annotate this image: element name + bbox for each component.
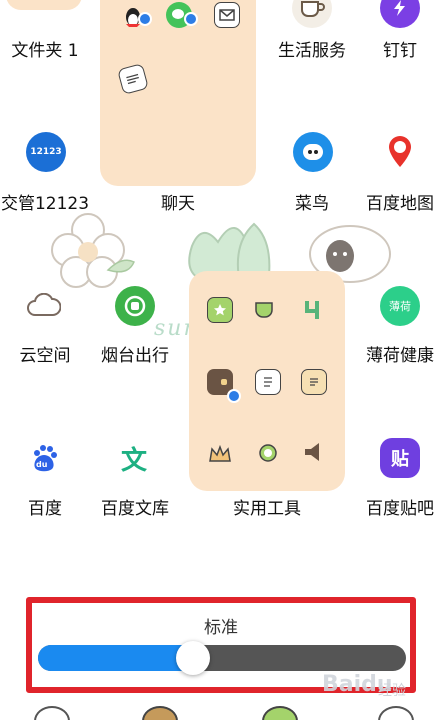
dock-app-icon[interactable] <box>142 706 178 720</box>
jiaoguan-icon[interactable]: 12123 <box>26 132 66 172</box>
dingding-icon[interactable] <box>380 0 420 28</box>
chat-folder[interactable] <box>100 0 256 186</box>
yantai-icon[interactable] <box>115 286 155 326</box>
yantai-label: 烟台出行 <box>101 346 169 366</box>
dock-app-icon[interactable] <box>262 706 298 720</box>
message-icon <box>117 63 149 95</box>
verified-badge <box>227 389 241 403</box>
jiaoguan-icon-text: 12123 <box>30 147 62 157</box>
mail-icon <box>214 2 240 28</box>
speaker-icon <box>301 439 327 465</box>
bohe-label: 薄荷健康 <box>366 346 434 366</box>
life-service-icon[interactable] <box>292 0 332 28</box>
crown-icon <box>207 441 233 467</box>
baidu-map-label: 百度地图 <box>366 194 434 214</box>
alarm-icon <box>255 439 281 465</box>
baidu-icon-text: du <box>36 460 48 469</box>
baidu-icon[interactable]: du <box>24 438 64 478</box>
slider-track[interactable] <box>38 645 406 671</box>
slider-thumb[interactable] <box>175 641 210 675</box>
tools-folder[interactable] <box>189 271 345 491</box>
folder-1-icon[interactable] <box>6 0 82 10</box>
bohe-icon-text: 薄荷 <box>389 300 411 313</box>
tieba-label: 百度贴吧 <box>366 499 434 519</box>
tools-folder-label: 实用工具 <box>233 499 301 519</box>
slider-value-label: 标准 <box>204 618 238 638</box>
yunkongjian-icon[interactable] <box>24 286 64 326</box>
baidu-map-icon[interactable] <box>380 132 420 172</box>
wenku-icon[interactable]: 文 <box>114 438 154 478</box>
slider-fill <box>38 645 193 671</box>
wenku-icon-text: 文 <box>120 445 147 476</box>
tieba-icon-text: 贴 <box>391 449 409 470</box>
wenku-label: 百度文库 <box>101 499 169 519</box>
dock-app-icon[interactable] <box>378 706 414 720</box>
folder-1-label: 文件夹 1 <box>11 41 79 61</box>
flower-doodle <box>51 213 135 288</box>
cup-icon <box>253 297 279 323</box>
dock-app-icon[interactable] <box>34 706 70 720</box>
notepad-icon <box>301 369 327 395</box>
star-icon <box>207 297 233 323</box>
verified-badge <box>184 12 198 26</box>
paper-icon <box>255 369 281 395</box>
number4-icon <box>301 297 327 323</box>
verified-badge <box>138 12 152 26</box>
tieba-icon[interactable]: 贴 <box>380 438 420 478</box>
baidu-watermark-sub: 经验 <box>378 683 406 699</box>
bohe-icon[interactable]: 薄荷 <box>380 286 420 326</box>
dingding-label: 钉钉 <box>383 41 417 61</box>
cainiao-icon[interactable] <box>293 132 333 172</box>
